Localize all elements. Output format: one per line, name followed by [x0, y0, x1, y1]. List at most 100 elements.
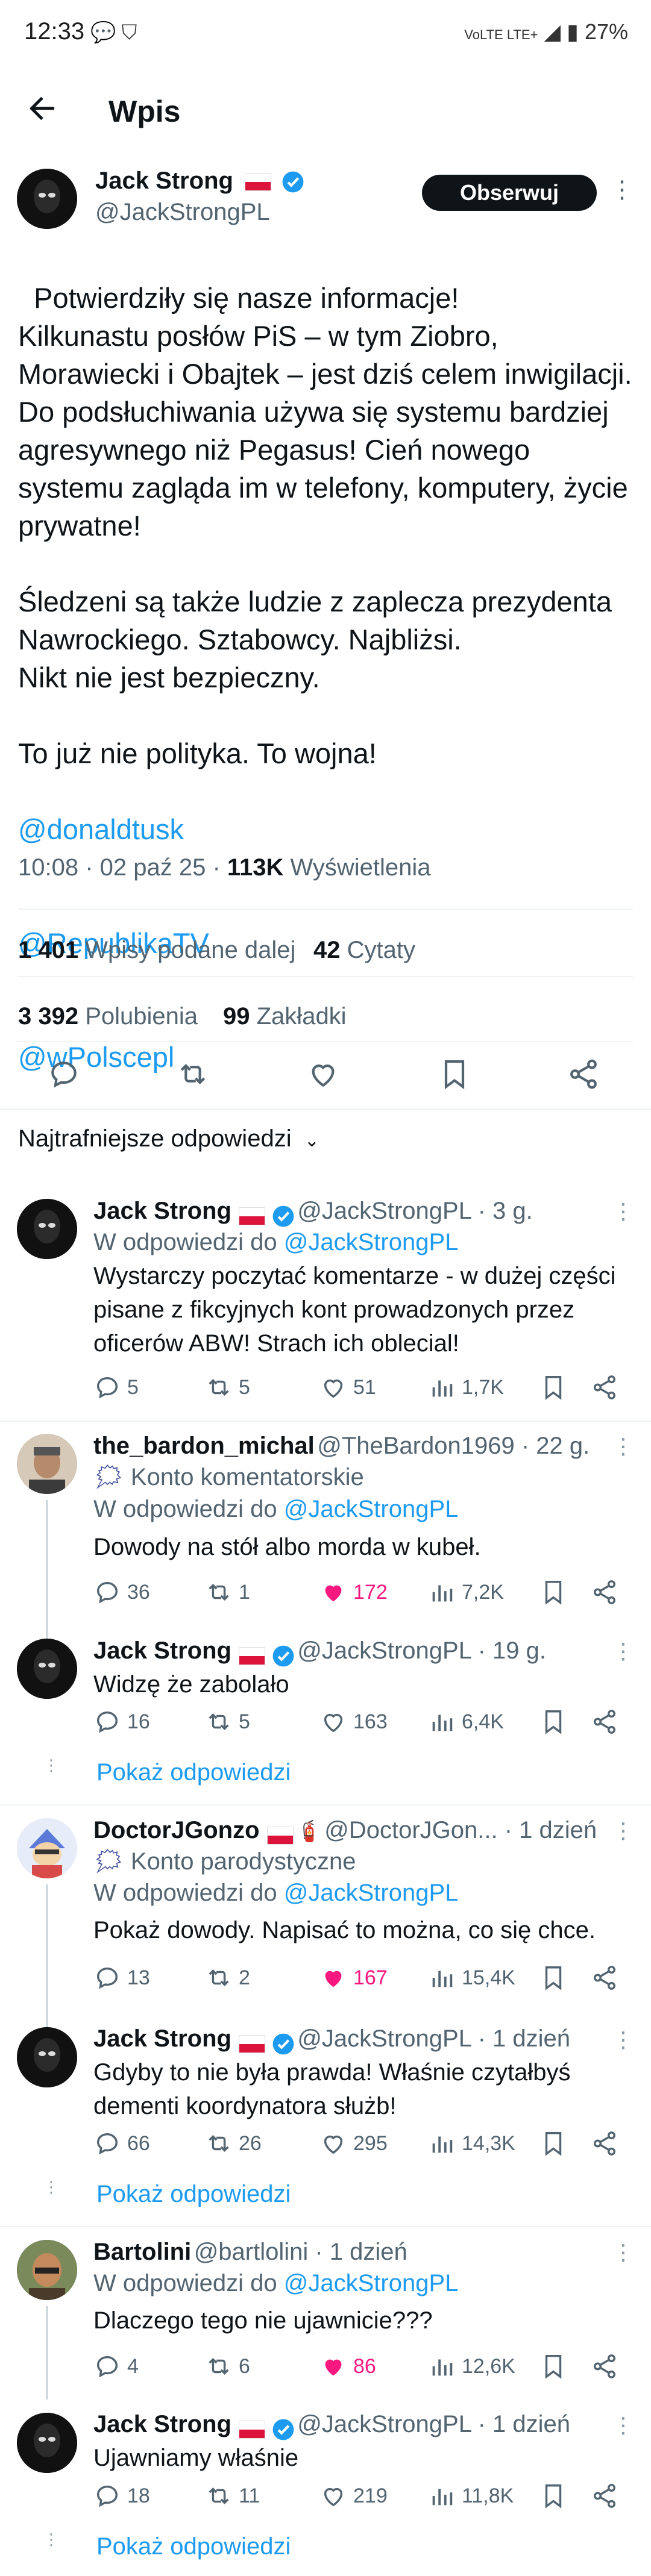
reply-views-button[interactable]: 1,7K	[428, 1374, 504, 1401]
more-options-icon[interactable]: ⋮	[610, 176, 634, 204]
reply-author-handle[interactable]: @TheBardon1969 · 22 g.	[317, 1433, 590, 1459]
reply-author-handle[interactable]: @bartlolini · 1 dzień	[194, 2239, 407, 2265]
reply-comment-button[interactable]: 16	[93, 1708, 150, 1736]
like-count: 167	[353, 1966, 388, 1989]
reply-to-mention[interactable]: @JackStrongPL	[284, 2270, 459, 2296]
reply-views-button[interactable]: 12,6K	[428, 2352, 515, 2380]
share-icon[interactable]	[591, 1374, 624, 1401]
reply-comment-button[interactable]: 66	[93, 2130, 150, 2157]
likes-stat[interactable]: 3 392 Polubienia	[18, 1003, 198, 1030]
reply-like-button[interactable]: 167	[319, 1964, 388, 1992]
more-options-icon[interactable]: ⋮	[612, 2413, 634, 2438]
reply-views-button[interactable]: 7,2K	[428, 1578, 504, 1606]
account-label-text: Konto parodystyczne	[130, 1848, 356, 1875]
mention-link[interactable]: @donaldtusk	[18, 810, 639, 848]
reply-author-name[interactable]: Bartolini	[93, 2239, 191, 2265]
reply-views-button[interactable]: 6,4K	[428, 1708, 504, 1736]
reply-author-name[interactable]: DoctorJGonzo	[93, 1817, 260, 1843]
reply-author-handle[interactable]: @JackStrongPL · 3 g.	[297, 1198, 532, 1224]
reply-to-mention[interactable]: @JackStrongPL	[284, 1229, 459, 1255]
thread-line	[46, 1884, 48, 2047]
reply-repost-button[interactable]: 26	[205, 2130, 262, 2157]
share-icon[interactable]	[591, 1578, 624, 1606]
reply-avatar[interactable]	[17, 1434, 77, 1494]
reply-author-name[interactable]: Jack Strong	[93, 2025, 231, 2052]
show-replies-link[interactable]: Pokaż odpowiedzi	[96, 2181, 291, 2208]
reply-header: Jack Strong @JackStrongPL · 19 g.	[93, 1637, 546, 1668]
back-arrow-icon[interactable]	[24, 90, 66, 133]
share-icon[interactable]	[591, 1964, 624, 1992]
reply-like-button[interactable]: 51	[319, 1374, 376, 1401]
share-icon[interactable]	[591, 2352, 624, 2380]
bookmark-icon[interactable]	[539, 1578, 573, 1606]
follow-button[interactable]: Obserwuj	[422, 175, 597, 211]
quotes-stat[interactable]: 42 Cytaty	[313, 937, 415, 964]
reply-to-mention[interactable]: @JackStrongPL	[284, 1496, 459, 1522]
more-options-icon[interactable]: ⋮	[612, 1818, 634, 1843]
bookmark-icon[interactable]	[539, 1374, 573, 1401]
bookmarks-label: Zakładki	[256, 1003, 347, 1030]
bookmarks-stat[interactable]: 99 Zakładki	[223, 1003, 347, 1030]
reply-repost-button[interactable]: 6	[205, 2352, 250, 2380]
bookmark-icon[interactable]	[539, 2130, 573, 2157]
bookmark-icon[interactable]	[539, 1708, 573, 1736]
reply-author-name[interactable]: Jack Strong	[93, 1637, 231, 1664]
more-options-icon[interactable]: ⋮	[612, 2027, 634, 2052]
show-replies-link[interactable]: Pokaż odpowiedzi	[96, 1759, 291, 1786]
more-options-icon[interactable]: ⋮	[612, 1199, 634, 1224]
repost-icon[interactable]	[176, 1057, 210, 1091]
author-avatar[interactable]	[17, 169, 77, 229]
reply-views-button[interactable]: 11,8K	[428, 2482, 514, 2510]
reply-avatar[interactable]	[17, 2413, 77, 2473]
reply-author-handle[interactable]: @JackStrongPL · 1 dzień	[297, 2025, 570, 2052]
reply-like-button[interactable]: 172	[319, 1578, 388, 1606]
reply-avatar[interactable]	[17, 1199, 77, 1259]
reply-views-button[interactable]: 15,4K	[428, 1964, 515, 1992]
reply-comment-button[interactable]: 4	[93, 2352, 139, 2380]
more-options-icon[interactable]: ⋮	[612, 1434, 634, 1459]
reply-views-button[interactable]: 14,3K	[428, 2130, 515, 2157]
reply-repost-button[interactable]: 11	[205, 2482, 260, 2510]
reply-comment-button[interactable]: 18	[93, 2482, 150, 2510]
reply-author-name[interactable]: the_bardon_michal	[93, 1433, 315, 1459]
show-replies-link[interactable]: Pokaż odpowiedzi	[96, 2533, 291, 2560]
replies-sort-dropdown[interactable]: Najtrafniejsze odpowiedzi ⌄	[18, 1125, 319, 1152]
reply-avatar[interactable]	[17, 1818, 77, 1878]
reply-icon[interactable]	[47, 1057, 81, 1091]
like-icon[interactable]	[306, 1057, 340, 1091]
share-icon[interactable]	[591, 2482, 624, 2510]
reply-author-name[interactable]: Jack Strong	[93, 2411, 231, 2437]
bookmark-icon[interactable]	[539, 2352, 573, 2380]
reply-avatar[interactable]	[17, 2027, 77, 2087]
reply-author-handle[interactable]: @JackStrongPL · 19 g.	[297, 1637, 546, 1664]
share-icon[interactable]	[591, 2130, 624, 2157]
more-options-icon[interactable]: ⋮	[612, 2240, 634, 2265]
reply-comment-button[interactable]: 36	[93, 1578, 150, 1606]
reply-avatar[interactable]	[17, 1639, 77, 1699]
reply-repost-button[interactable]: 1	[205, 1578, 250, 1606]
reply-author-handle[interactable]: @JackStrongPL · 1 dzień	[297, 2411, 570, 2437]
reply-author-name[interactable]: Jack Strong	[93, 1198, 231, 1224]
reply-repost-button[interactable]: 5	[205, 1374, 250, 1401]
reply-comment-button[interactable]: 13	[93, 1964, 150, 1992]
like-count: 172	[353, 1580, 388, 1604]
reply-repost-button[interactable]: 2	[205, 1964, 250, 1992]
reply-like-button[interactable]: 163	[319, 1708, 388, 1736]
reply-repost-button[interactable]: 5	[205, 1708, 250, 1736]
bookmark-icon[interactable]	[539, 2482, 573, 2510]
reply-author-handle[interactable]: @DoctorJGon...	[324, 1817, 497, 1843]
more-options-icon[interactable]: ⋮	[612, 1639, 634, 1664]
share-icon[interactable]	[591, 1708, 624, 1736]
reply-to-mention[interactable]: @JackStrongPL	[284, 1880, 459, 1906]
reply-like-button[interactable]: 86	[319, 2352, 376, 2380]
author-handle[interactable]: @JackStrongPL	[95, 199, 270, 226]
reply-avatar[interactable]	[17, 2240, 77, 2300]
author-name[interactable]: Jack Strong	[95, 167, 304, 195]
reply-like-button[interactable]: 219	[319, 2482, 388, 2510]
reply-comment-button[interactable]: 5	[93, 1374, 139, 1401]
share-icon[interactable]	[567, 1057, 600, 1091]
bookmark-icon[interactable]	[438, 1057, 471, 1091]
reposts-stat[interactable]: 1 401 Wpisy podane dalej	[18, 937, 295, 964]
bookmark-icon[interactable]	[539, 1964, 573, 1992]
reply-like-button[interactable]: 295	[319, 2130, 388, 2157]
